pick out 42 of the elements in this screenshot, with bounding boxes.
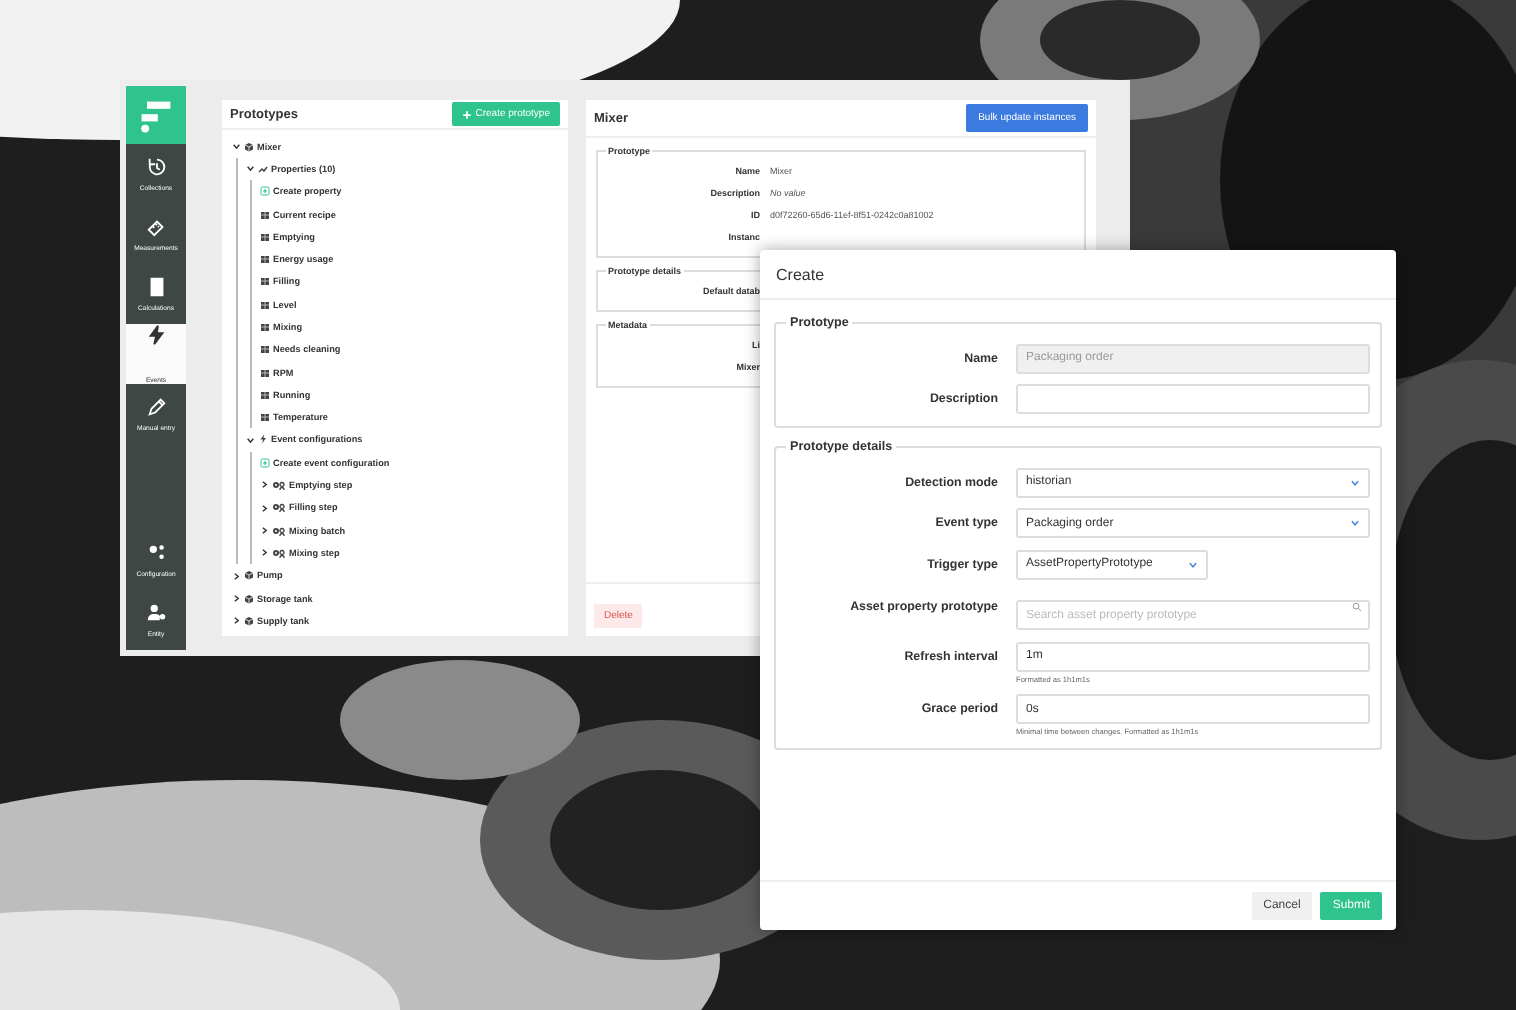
chevron-right-icon[interactable] [232,593,241,603]
sidebar-icon [145,276,167,298]
add-icon [260,186,270,197]
logo-icon [138,97,174,133]
chevron-right-icon[interactable] [260,480,269,490]
table-icon [260,389,270,400]
table-icon [260,299,270,310]
table-icon [260,321,270,332]
table-icon [260,254,270,265]
table-icon [260,209,270,219]
bolt-icon [258,434,268,445]
sidebar-icon [145,324,167,346]
search-icon [1352,601,1362,612]
user-gear-icon [145,602,167,624]
cube-icon [244,615,254,626]
sidebar-icon [145,396,167,418]
plus-icon [461,109,472,120]
chevron-down-icon[interactable] [246,435,255,445]
cube-icon [244,141,254,152]
chevron-down-icon[interactable] [232,141,241,151]
dialog-title: Create [776,265,825,283]
chevron-right-icon[interactable] [260,525,269,535]
table-icon [260,231,270,242]
chevron-right-icon[interactable] [260,503,269,513]
chevron-right-icon[interactable] [260,548,269,558]
chevron-down-icon [1188,559,1198,570]
table-icon [260,276,270,287]
add-icon [260,457,270,468]
chevron-right-icon[interactable] [232,616,241,626]
chevron-right-icon[interactable] [232,571,241,580]
text-field[interactable] [1016,384,1370,415]
chevron-down-icon[interactable] [246,164,255,174]
table-icon [260,412,270,423]
sidebar-icon [145,156,167,178]
sidebar-icon [145,216,167,238]
chevron-down-icon [1350,477,1360,488]
cube-icon [244,593,254,604]
chevron-down-icon [1350,518,1360,529]
table-icon [260,344,270,355]
table-icon [260,367,270,378]
cube-icon [244,570,254,581]
line-chart-icon [258,163,268,174]
